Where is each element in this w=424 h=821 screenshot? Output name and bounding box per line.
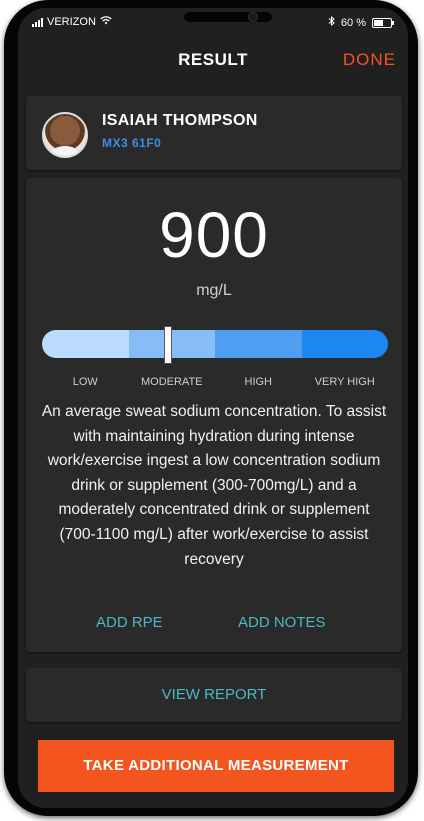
result-description: An average sweat sodium concentration. T… xyxy=(41,403,387,568)
scale-label-low: LOW xyxy=(72,376,98,388)
sodium-unit: mg/L xyxy=(196,282,232,299)
scale-segment-high xyxy=(215,330,302,358)
device-id: MX3 61F0 xyxy=(102,136,162,150)
scale-label-high: HIGH xyxy=(244,376,273,388)
view-report-card[interactable]: VIEW REPORT xyxy=(26,668,402,722)
scale-labels: LOW MODERATE HIGH VERY HIGH xyxy=(42,376,388,390)
phone-frame: VERIZON 60 % RESULT DONE ISAIAH THOMPSON… xyxy=(4,0,418,816)
scale-segment-low xyxy=(42,330,129,358)
add-rpe-button[interactable]: ADD RPE xyxy=(96,614,163,631)
avatar xyxy=(42,112,88,158)
view-report-button[interactable]: VIEW REPORT xyxy=(26,686,402,703)
bluetooth-icon xyxy=(328,15,335,29)
add-notes-button[interactable]: ADD NOTES xyxy=(238,614,326,631)
result-card: 900 mg/L LOW MODERATE HIGH VERY HIGH An ave… xyxy=(26,178,402,652)
battery-icon xyxy=(372,17,394,28)
scale-label-moderate: MODERATE xyxy=(140,376,203,388)
signal-icon xyxy=(32,17,43,27)
take-measurement-button[interactable]: TAKE ADDITIONAL MEASUREMENT xyxy=(38,740,394,792)
concentration-scale xyxy=(42,330,388,358)
status-bar: VERIZON 60 % xyxy=(18,14,408,32)
battery-percent: 60 % xyxy=(340,16,366,29)
scale-segment-very-high xyxy=(301,330,388,358)
sodium-value: 900 xyxy=(159,199,269,271)
top-bar: RESULT DONE xyxy=(18,44,408,74)
user-card: ISAIAH THOMPSON MX3 61F0 xyxy=(26,96,402,170)
scale-label-very-high: VERY HIGH xyxy=(314,376,375,388)
carrier-label: VERIZON xyxy=(47,16,96,28)
app-screen: VERIZON 60 % RESULT DONE ISAIAH THOMPSON… xyxy=(18,8,408,808)
scale-indicator xyxy=(163,326,172,364)
wifi-icon xyxy=(100,16,112,28)
scale-segment-moderate xyxy=(128,330,215,358)
done-button[interactable]: DONE xyxy=(343,50,396,70)
user-name: ISAIAH THOMPSON xyxy=(102,112,258,129)
